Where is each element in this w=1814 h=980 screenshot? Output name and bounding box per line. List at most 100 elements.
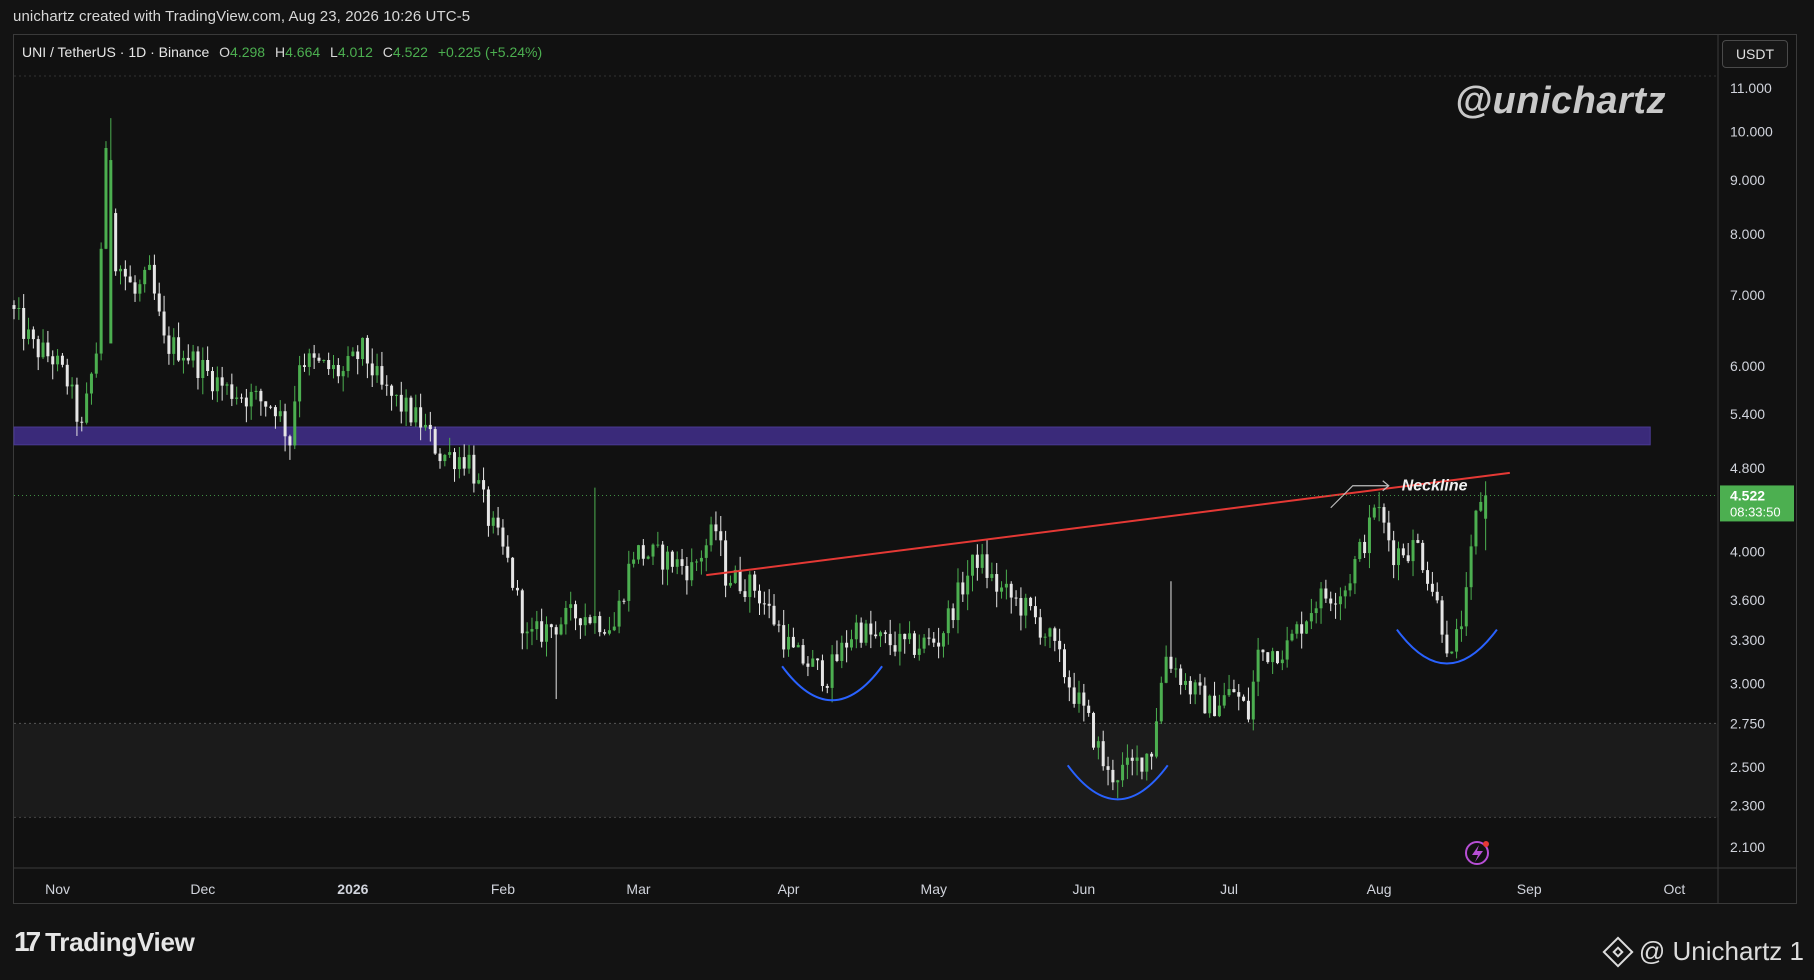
candle-body [1125, 757, 1129, 765]
candle-body [724, 540, 728, 586]
price-chart[interactable]: Neckline 11.000 10.000 9.000 8.000 7.000 6.000… [0, 0, 1814, 980]
candle-body [128, 276, 132, 283]
candle-body [530, 629, 534, 632]
candle-body [695, 561, 699, 563]
candle-body [583, 617, 587, 626]
tradingview-logo[interactable]: 17 TradingView [14, 926, 195, 958]
candle-body [811, 658, 815, 667]
candle-body [1087, 705, 1091, 713]
candle-body [762, 603, 766, 605]
candle-body [1266, 652, 1270, 663]
candle-body [394, 394, 398, 396]
candle-body [322, 359, 326, 361]
candle-body [966, 575, 970, 595]
candle-body [1101, 741, 1105, 767]
candle-body [646, 556, 650, 559]
candle-body [859, 622, 863, 643]
resistance-zone [13, 426, 1651, 446]
candle-body [714, 524, 718, 532]
candle-body [1174, 668, 1178, 670]
price-tick-label: 2.500 [1730, 759, 1765, 775]
price-tick-label: 3.000 [1730, 676, 1765, 692]
candle-body [138, 284, 142, 294]
candle-body [801, 645, 805, 664]
candle-body [1450, 651, 1454, 654]
candle-body [796, 645, 800, 648]
candle-body [1009, 583, 1013, 598]
candle-body [1058, 640, 1062, 650]
candle-body [1305, 621, 1309, 634]
open-value: 4.298 [230, 44, 266, 60]
candle-body [51, 356, 55, 365]
lightning-alert-icon[interactable] [1465, 841, 1489, 865]
candle-body [1038, 617, 1042, 638]
candle-body [1290, 633, 1294, 641]
binance-square-icon [1602, 935, 1634, 968]
candle-body [172, 337, 176, 354]
candle-body [17, 308, 21, 310]
candle-body [554, 627, 558, 635]
candle-body [1377, 507, 1381, 509]
candle-body [912, 633, 916, 655]
candle-body [569, 604, 573, 608]
candle-body [593, 616, 597, 624]
candle-body [1222, 695, 1226, 706]
candle-body [506, 546, 510, 558]
candle-body [1372, 507, 1376, 518]
candle-body [607, 630, 611, 634]
candle-body [908, 633, 912, 640]
candle-body [544, 624, 549, 642]
close-label: C [382, 44, 393, 60]
candle-body [414, 407, 418, 423]
candle-body [511, 557, 515, 588]
candle-body [588, 617, 592, 624]
shaded-lower-band [14, 723, 1718, 818]
candle-body [1430, 583, 1434, 592]
candle-body [1014, 597, 1018, 599]
candle-body [961, 582, 965, 595]
candle-body [1237, 692, 1241, 697]
candle-body [191, 351, 195, 361]
candle-body [1111, 769, 1115, 783]
candle-body [612, 626, 616, 631]
candle-body [975, 554, 979, 568]
candle-body [264, 401, 268, 407]
candle-body [1416, 540, 1420, 543]
price-tick-label: 2.100 [1730, 839, 1765, 855]
candle-body [661, 544, 665, 570]
candle-body [254, 390, 258, 392]
candle-body [1343, 590, 1347, 597]
candle-body [1000, 587, 1004, 592]
candle-body [864, 623, 868, 643]
open-label: O [219, 44, 231, 60]
candle-body [1130, 757, 1134, 761]
candle-body [1275, 651, 1279, 664]
candle-body [830, 654, 834, 688]
candle-body [167, 335, 171, 354]
candle-body [849, 639, 853, 648]
candle-body [719, 531, 723, 541]
low-label: L [330, 44, 338, 60]
price-tick-label: 2.300 [1730, 797, 1765, 813]
candle-body [133, 282, 137, 294]
candle-body [230, 384, 234, 399]
candle-body [433, 429, 437, 454]
candle-body [317, 357, 321, 361]
symbol-label[interactable]: UNI / TetherUS · 1D · Binance [22, 44, 209, 60]
candle-body [302, 365, 306, 367]
price-tick-label: 6.000 [1730, 358, 1765, 374]
currency-button[interactable]: USDT [1722, 40, 1788, 68]
candle-body [438, 453, 442, 462]
candle-body [1208, 695, 1212, 714]
candle-body [578, 618, 582, 626]
last-price-countdown: 08:33:50 [1730, 504, 1781, 519]
candle-body [941, 633, 945, 647]
candle-body [617, 600, 621, 627]
candle-body [1338, 596, 1342, 605]
candle-body [772, 605, 776, 625]
candle-body [932, 638, 936, 643]
candle-body [927, 637, 931, 639]
candle-body [1392, 540, 1396, 566]
candle-body [1464, 587, 1468, 627]
close-value: 4.522 [392, 44, 428, 60]
